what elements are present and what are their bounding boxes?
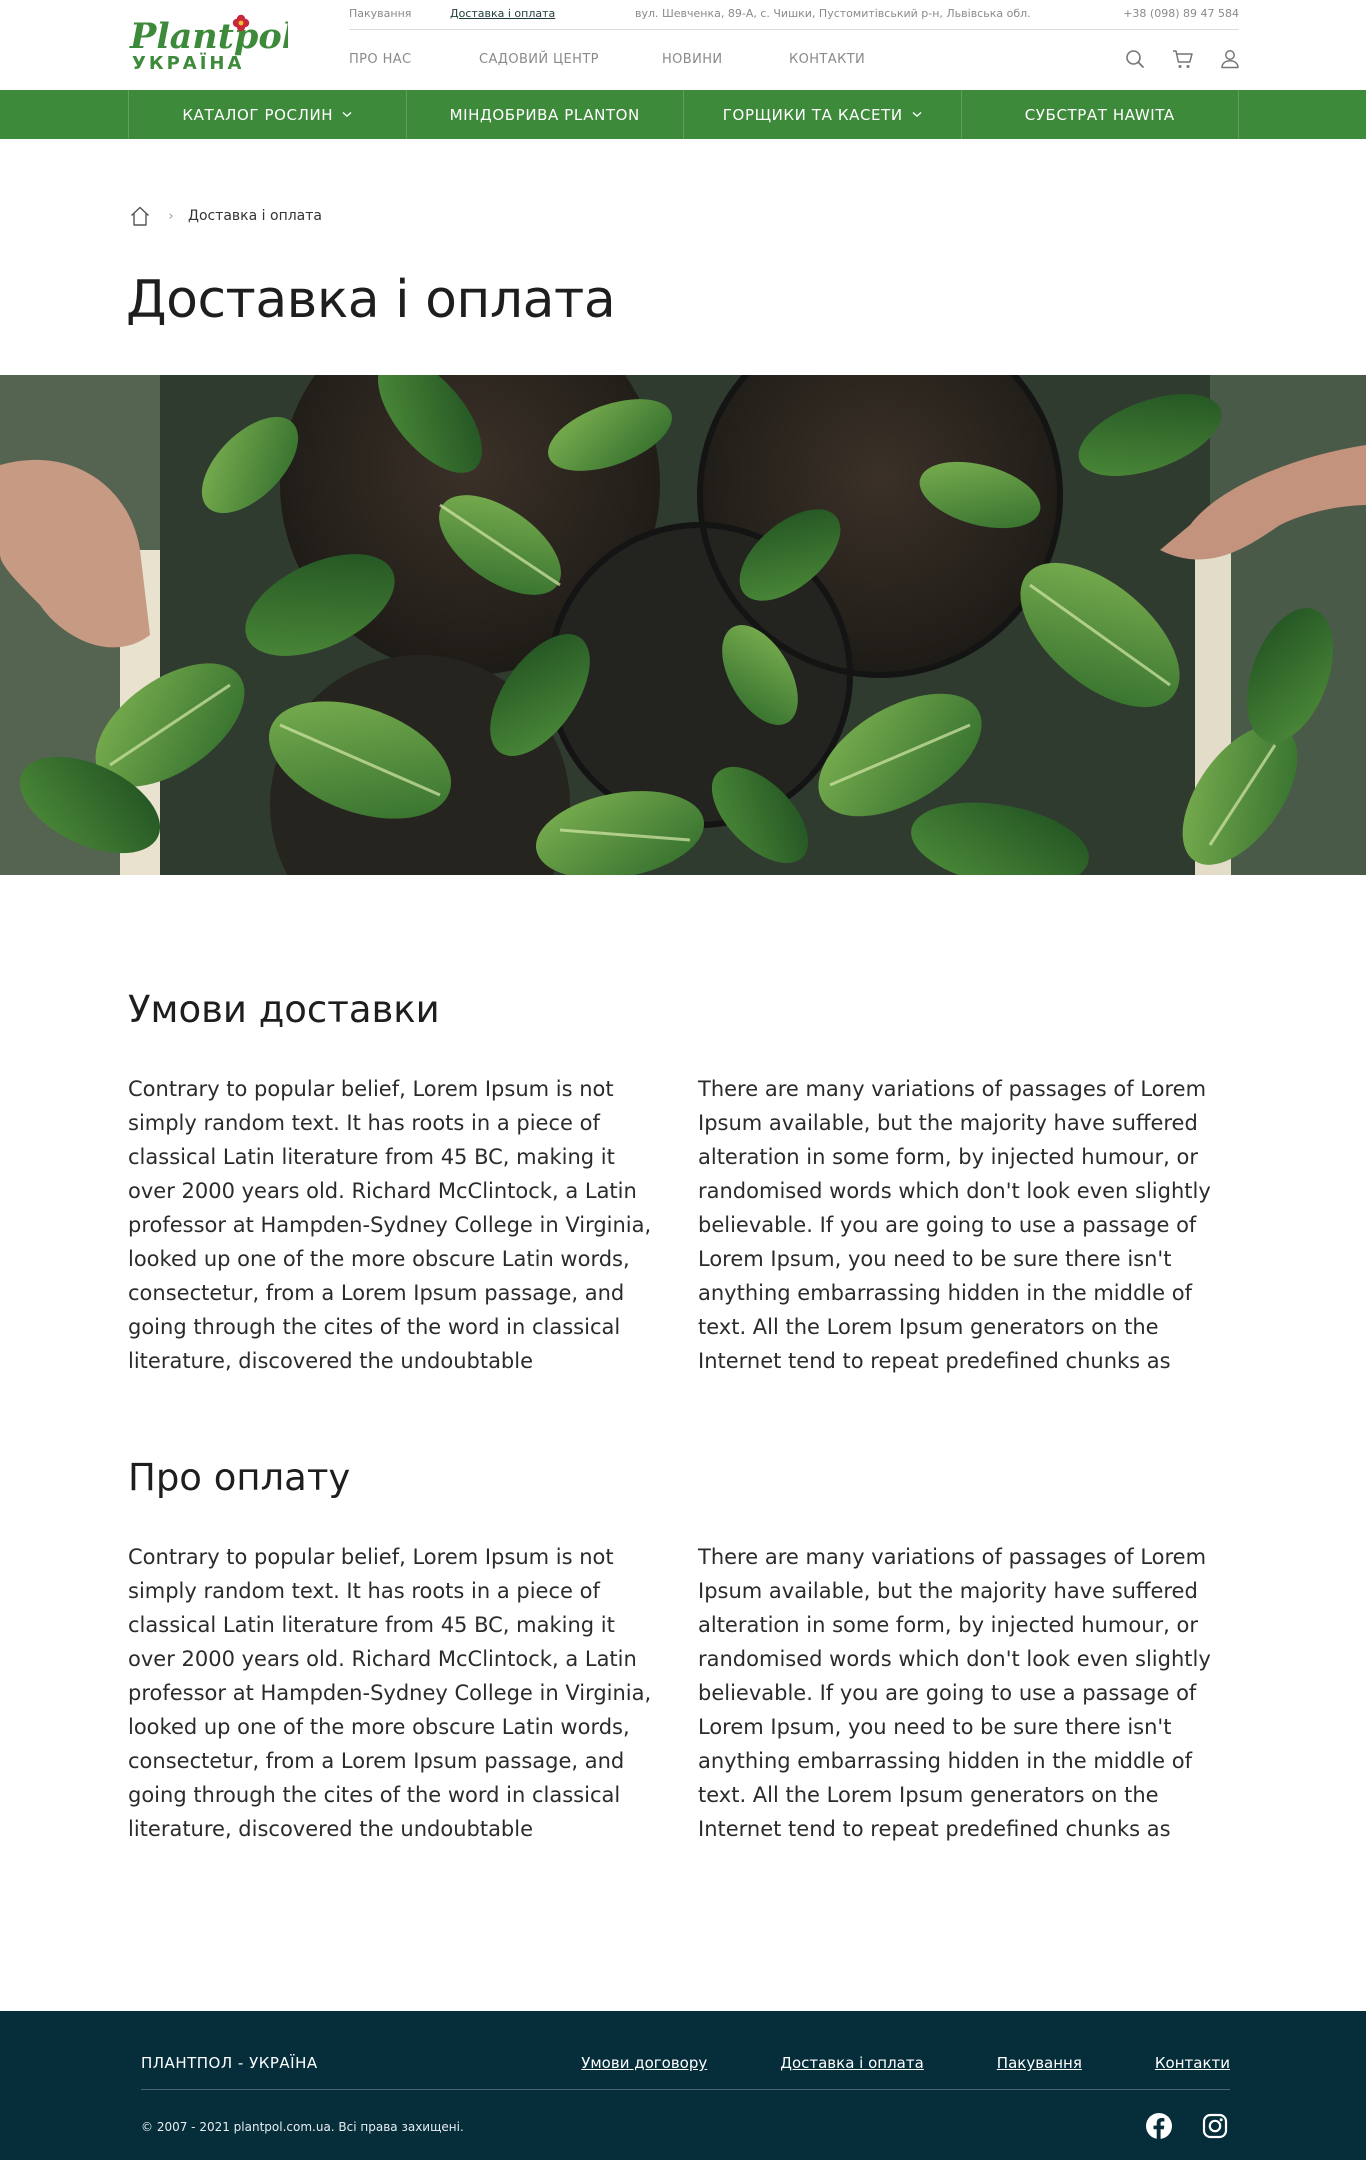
payment-text-right: There are many variations of passages of… (698, 1545, 1211, 1841)
home-icon[interactable] (128, 204, 152, 228)
category-label: МІНДОБРИВА PLANTON (449, 105, 640, 124)
category-substrate[interactable]: СУБСТРАТ HAWITA (960, 90, 1239, 139)
delivery-text-right: There are many variations of passages of… (698, 1077, 1211, 1373)
facebook-icon[interactable] (1145, 2112, 1173, 2140)
svg-text:УКРАЇНА: УКРАЇНА (132, 52, 244, 74)
hero-image (0, 375, 1366, 875)
category-pots[interactable]: ГОРЩИКИ ТА КАСЕТИ (683, 90, 961, 139)
footer-brand: ПЛАНТПОЛ - УКРАЇНА (141, 2054, 318, 2072)
category-fertilizers[interactable]: МІНДОБРИВА PLANTON (405, 90, 684, 139)
footer-link-terms[interactable]: Умови договору (581, 2054, 707, 2072)
top-bar: Пакування Доставка і оплата вул. Шевченк… (349, 0, 1239, 30)
category-plants-catalog[interactable]: КАТАЛОГ РОСЛИН (128, 90, 406, 139)
footer-link-delivery[interactable]: Доставка і оплата (780, 2054, 924, 2072)
footer-copyright: © 2007 - 2021 plantpol.com.ua. Всі права… (141, 2120, 464, 2134)
nav-item-contacts[interactable]: КОНТАКТИ (789, 52, 865, 67)
chevron-down-icon (342, 111, 352, 118)
breadcrumb-separator: › (168, 208, 174, 224)
category-label: СУБСТРАТ HAWITA (1024, 105, 1175, 124)
section-title-delivery: Умови доставки (128, 988, 440, 1031)
topbar-address: вул. Шевченка, 89-А, с. Чишки, Пустомиті… (635, 7, 1031, 20)
nav-item-news[interactable]: НОВИНИ (662, 52, 723, 67)
payment-text-left: Contrary to popular belief, Lorem Ipsum … (128, 1545, 652, 1841)
topbar-phone[interactable]: +38 (098) 89 47 584 (1123, 7, 1239, 20)
category-label: ГОРЩИКИ ТА КАСЕТИ (722, 105, 903, 124)
footer-divider (141, 2089, 1230, 2090)
footer-link-contacts[interactable]: Контакти (1155, 2054, 1230, 2072)
page-title: Доставка і оплата (126, 270, 616, 330)
footer-links: Умови договору Доставка і оплата Пакуван… (581, 2054, 1230, 2072)
svg-text:Plantpol: Plantpol (129, 16, 288, 57)
breadcrumb: › Доставка і оплата (128, 204, 322, 228)
topbar-link-delivery[interactable]: Доставка і оплата (450, 7, 555, 20)
search-icon[interactable] (1123, 47, 1147, 71)
footer-link-packaging[interactable]: Пакування (997, 2054, 1082, 2072)
section-title-payment: Про оплату (128, 1456, 351, 1499)
category-bar: КАТАЛОГ РОСЛИН МІНДОБРИВА PLANTON ГОРЩИК… (0, 90, 1366, 139)
nav-item-garden-center[interactable]: САДОВИЙ ЦЕНТР (479, 52, 599, 67)
cart-icon[interactable] (1171, 47, 1195, 71)
logo[interactable]: Plantpol УКРАЇНА (128, 14, 288, 74)
plants-photo (0, 375, 1366, 875)
user-icon[interactable] (1218, 47, 1242, 71)
instagram-icon[interactable] (1201, 2112, 1229, 2140)
site-footer: ПЛАНТПОЛ - УКРАЇНА Умови договору Достав… (0, 2011, 1366, 2160)
chevron-down-icon (912, 111, 922, 118)
topbar-link-packaging[interactable]: Пакування (349, 7, 411, 20)
delivery-text-left: Contrary to popular belief, Lorem Ipsum … (128, 1077, 652, 1373)
category-label: КАТАЛОГ РОСЛИН (182, 105, 334, 124)
nav-item-about[interactable]: ПРО НАС (349, 52, 412, 67)
site-header: Plantpol УКРАЇНА Пакування Доставка і оп… (0, 0, 1366, 90)
breadcrumb-current: Доставка і оплата (188, 208, 322, 224)
